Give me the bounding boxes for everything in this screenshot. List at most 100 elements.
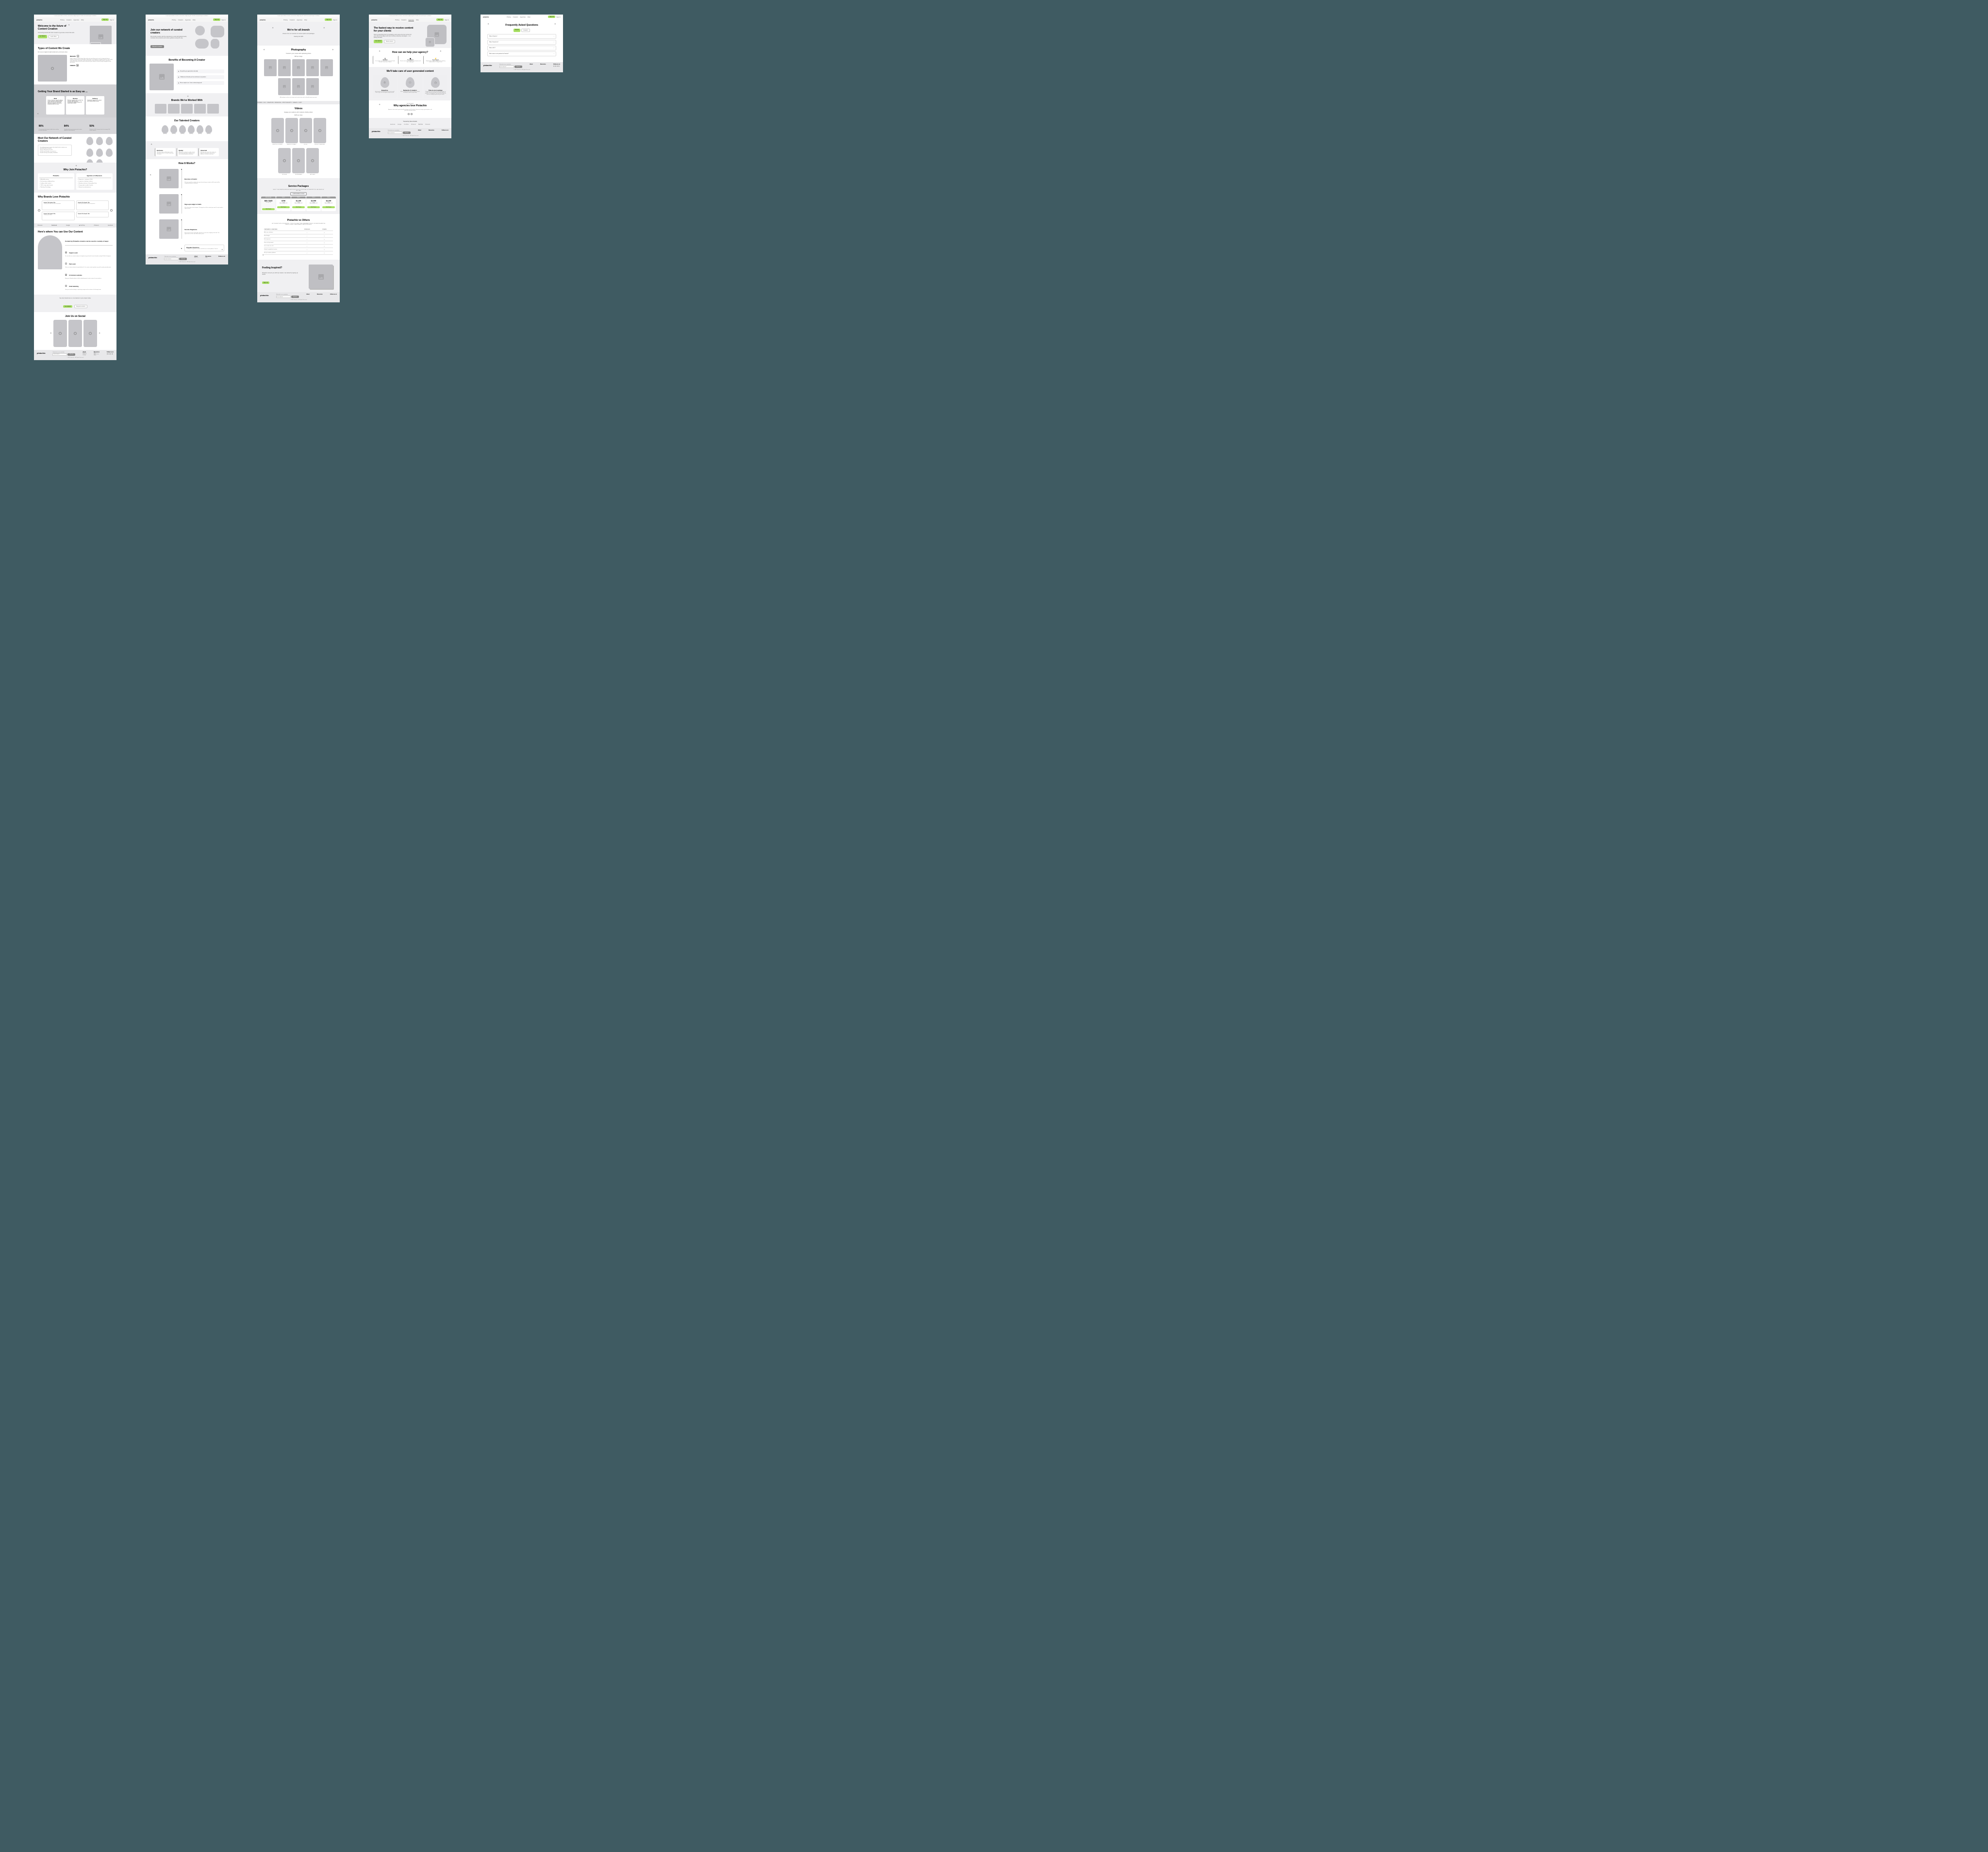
inspired-signup-button[interactable]: Sign Up bbox=[262, 281, 269, 284]
signin-link[interactable]: Sign In bbox=[333, 19, 337, 21]
subscribe-button[interactable]: Subscribe bbox=[67, 353, 75, 356]
nav-faq[interactable]: FAQ bbox=[81, 19, 84, 21]
signup-button[interactable]: Sign Up bbox=[213, 18, 220, 21]
nav-pricing[interactable]: Pricing bbox=[60, 19, 65, 21]
get-started-button[interactable]: Get Started bbox=[38, 35, 47, 38]
play-icon[interactable]: ▸ bbox=[51, 67, 54, 70]
nav-agencies[interactable]: Agencies bbox=[408, 19, 414, 21]
logo[interactable]: pistachio bbox=[148, 19, 154, 21]
footer: pistachio Subscribe to our newsletterSub… bbox=[369, 128, 451, 138]
tier-button[interactable]: Start Project bbox=[277, 206, 290, 208]
play-icon[interactable]: ▸ bbox=[304, 129, 307, 132]
signin-link[interactable]: Sign In bbox=[110, 19, 114, 21]
play-icon[interactable]: ▸ bbox=[283, 159, 286, 162]
photo-sample bbox=[278, 78, 291, 95]
email-input[interactable] bbox=[164, 258, 179, 260]
email-input[interactable] bbox=[52, 353, 67, 356]
email-input[interactable] bbox=[276, 296, 291, 298]
subscribe-button[interactable]: Subscribe bbox=[291, 296, 299, 298]
faq-question: What is Pistachio? bbox=[489, 36, 497, 37]
signin-link[interactable]: Sign In bbox=[221, 19, 226, 21]
nav-faq[interactable]: FAQ bbox=[193, 19, 196, 21]
email-input[interactable] bbox=[499, 66, 514, 68]
faq-section: ✦ ✦ Frequently Asked Questions Brands Cr… bbox=[480, 19, 563, 62]
photo-sample bbox=[292, 78, 305, 95]
play-icon[interactable]: ▸ bbox=[89, 332, 92, 335]
nav-pricing[interactable]: Pricing bbox=[172, 19, 176, 21]
nav-agencies[interactable]: Agencies bbox=[520, 16, 526, 18]
images-label[interactable]: IMAGES bbox=[70, 55, 76, 57]
signup-button[interactable]: Sign Up bbox=[101, 18, 109, 21]
nav-creators[interactable]: Creators bbox=[290, 19, 295, 21]
nav-creators[interactable]: Creators bbox=[401, 19, 407, 21]
tier-button[interactable]: Start Project bbox=[292, 206, 305, 208]
check-item: Provide training and quality standards bbox=[40, 152, 70, 153]
footer-link[interactable]: Blog bbox=[205, 257, 211, 258]
videos-label[interactable]: VIDEOS bbox=[70, 65, 75, 66]
cta-start-button[interactable]: Get started bbox=[63, 305, 72, 308]
signup-button[interactable]: Sign Up bbox=[325, 18, 332, 21]
play-icon[interactable]: ▸ bbox=[311, 159, 314, 162]
carousel-next[interactable]: › bbox=[110, 209, 113, 212]
nav-faq[interactable]: FAQ bbox=[528, 16, 530, 18]
faq-item[interactable]: What is Pistachio?⌄ bbox=[487, 34, 556, 39]
logo[interactable]: pistachio bbox=[260, 19, 265, 21]
faq-item[interactable]: What is UGC?⌄ bbox=[487, 46, 556, 50]
step-desc: We will send you a brief request. This p… bbox=[184, 207, 224, 209]
faq-tab-brands[interactable]: Brands bbox=[514, 29, 520, 32]
tier-button[interactable]: Start Project bbox=[307, 206, 320, 208]
signup-button[interactable]: Sign Up bbox=[548, 16, 555, 18]
play-icon[interactable]: ▸ bbox=[290, 129, 293, 132]
why-item: ✓ 100% usage rights forever bbox=[39, 184, 73, 186]
stat-num: 96% bbox=[39, 125, 44, 128]
card-title: Review bbox=[67, 98, 83, 99]
organic-icon: ◉ bbox=[65, 251, 67, 253]
play-icon[interactable]: ▸ bbox=[318, 129, 321, 132]
nav-agencies[interactable]: Agencies bbox=[185, 19, 191, 21]
nav-agencies[interactable]: Agencies bbox=[297, 19, 302, 21]
logo[interactable]: pistachio bbox=[36, 19, 42, 21]
logo[interactable]: pistachio bbox=[371, 19, 377, 21]
carousel-next[interactable]: › bbox=[411, 113, 413, 115]
play-icon[interactable]: ▸ bbox=[276, 129, 279, 132]
play-icon[interactable]: ▸ bbox=[59, 332, 62, 335]
nav-creators[interactable]: Creators bbox=[66, 19, 72, 21]
carousel-prev[interactable]: ‹ bbox=[408, 113, 410, 115]
testimonial-quote: Agencies have noted a great overall expe… bbox=[388, 109, 432, 111]
footer-link[interactable]: Pricing bbox=[83, 355, 86, 356]
subscribe-button[interactable]: Subscribe bbox=[179, 258, 187, 260]
logo[interactable]: pistachio bbox=[483, 16, 489, 18]
play-icon[interactable]: ▸ bbox=[297, 159, 300, 162]
service-marquee: STORES • UGC • CREATORS • BRANDING • PHO… bbox=[257, 101, 340, 104]
nav-pricing[interactable]: Pricing bbox=[395, 19, 399, 21]
cta-demo-button[interactable]: Request a demo bbox=[74, 305, 87, 308]
tier-button[interactable]: Start Project bbox=[322, 206, 335, 208]
subscribe-button[interactable]: Subscribe bbox=[403, 132, 411, 134]
video-phone: ▸ bbox=[306, 148, 319, 173]
become-creator-button[interactable]: Become a creator bbox=[150, 45, 164, 48]
signup-button[interactable]: Sign Up bbox=[436, 18, 444, 21]
carousel-prev[interactable]: ‹ bbox=[38, 209, 40, 212]
nav-agencies[interactable]: Agencies bbox=[73, 19, 79, 21]
nav-faq[interactable]: FAQ bbox=[304, 19, 307, 21]
subscribe-button[interactable]: Subscribe bbox=[514, 66, 522, 68]
tier-button[interactable]: Start Project bbox=[262, 208, 275, 210]
agency-start-button[interactable]: Get started bbox=[374, 40, 382, 43]
email-input[interactable] bbox=[388, 132, 402, 134]
faq-item[interactable]: Who is Pistachio for?⌄ bbox=[487, 40, 556, 45]
nav-pricing[interactable]: Pricing bbox=[283, 19, 288, 21]
agency-demo-button[interactable]: Book a demo bbox=[384, 40, 395, 43]
play-icon[interactable]: ▸ bbox=[74, 332, 77, 335]
nav-pricing[interactable]: Pricing bbox=[507, 16, 511, 18]
footer-link[interactable]: FAQs bbox=[94, 355, 99, 356]
faq-item[interactable]: What content can be produced on Pistachi… bbox=[487, 51, 556, 56]
signin-link[interactable]: Sign In bbox=[445, 19, 449, 21]
signin-link[interactable]: Sign In bbox=[556, 16, 561, 18]
nav-creators[interactable]: Creators bbox=[178, 19, 183, 21]
nav-creators[interactable]: Creators bbox=[513, 16, 518, 18]
faq-tab-creators[interactable]: Creators bbox=[521, 29, 530, 32]
photo-sample bbox=[278, 59, 291, 76]
footer-link[interactable]: About us bbox=[194, 257, 198, 258]
nav-faq[interactable]: FAQ bbox=[416, 19, 419, 21]
learn-more-button[interactable]: Learn More bbox=[49, 35, 59, 38]
